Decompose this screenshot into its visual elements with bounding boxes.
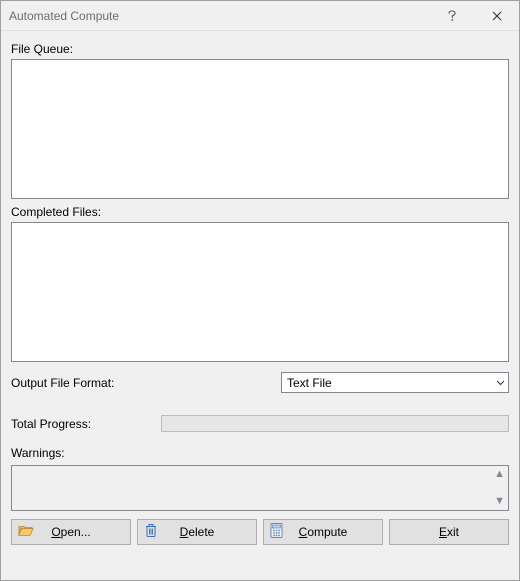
total-progress-row: Total Progress: [11,415,509,432]
warnings-label: Warnings: [11,446,509,460]
output-format-value: Text File [287,376,332,390]
calculator-icon [270,523,283,542]
trash-icon [144,523,158,542]
delete-button-label: Delete [144,525,250,539]
scroll-up-icon[interactable]: ▲ [494,469,505,480]
exit-button[interactable]: Exit [389,519,509,545]
completed-files-label: Completed Files: [11,205,509,219]
completed-files-list[interactable] [11,222,509,362]
output-format-select[interactable]: Text File [281,372,509,393]
file-queue-list[interactable] [11,59,509,199]
close-icon [492,11,502,21]
compute-button-label: Compute [270,525,376,539]
delete-button[interactable]: Delete [137,519,257,545]
output-format-row: Output File Format: Text File [11,372,509,393]
open-button[interactable]: Open... [11,519,131,545]
window-title: Automated Compute [1,9,429,23]
help-icon [447,10,457,22]
compute-button[interactable]: Compute [263,519,383,545]
exit-button-label: Exit [396,525,502,539]
file-queue-label: File Queue: [11,42,509,56]
close-button[interactable] [474,1,519,30]
titlebar: Automated Compute [1,1,519,31]
output-format-select-wrap: Text File [281,372,509,393]
automated-compute-dialog: Automated Compute File Queue: Completed … [0,0,520,581]
scroll-down-icon[interactable]: ▼ [494,496,505,507]
dialog-body: File Queue: Completed Files: Output File… [1,31,519,580]
button-row: Open... Delete [11,519,509,545]
folder-open-icon [18,524,34,541]
help-button[interactable] [429,1,474,30]
output-format-label: Output File Format: [11,376,281,390]
total-progress-bar [161,415,509,432]
warnings-box[interactable]: ▲ ▼ [11,465,509,511]
total-progress-label: Total Progress: [11,417,161,431]
